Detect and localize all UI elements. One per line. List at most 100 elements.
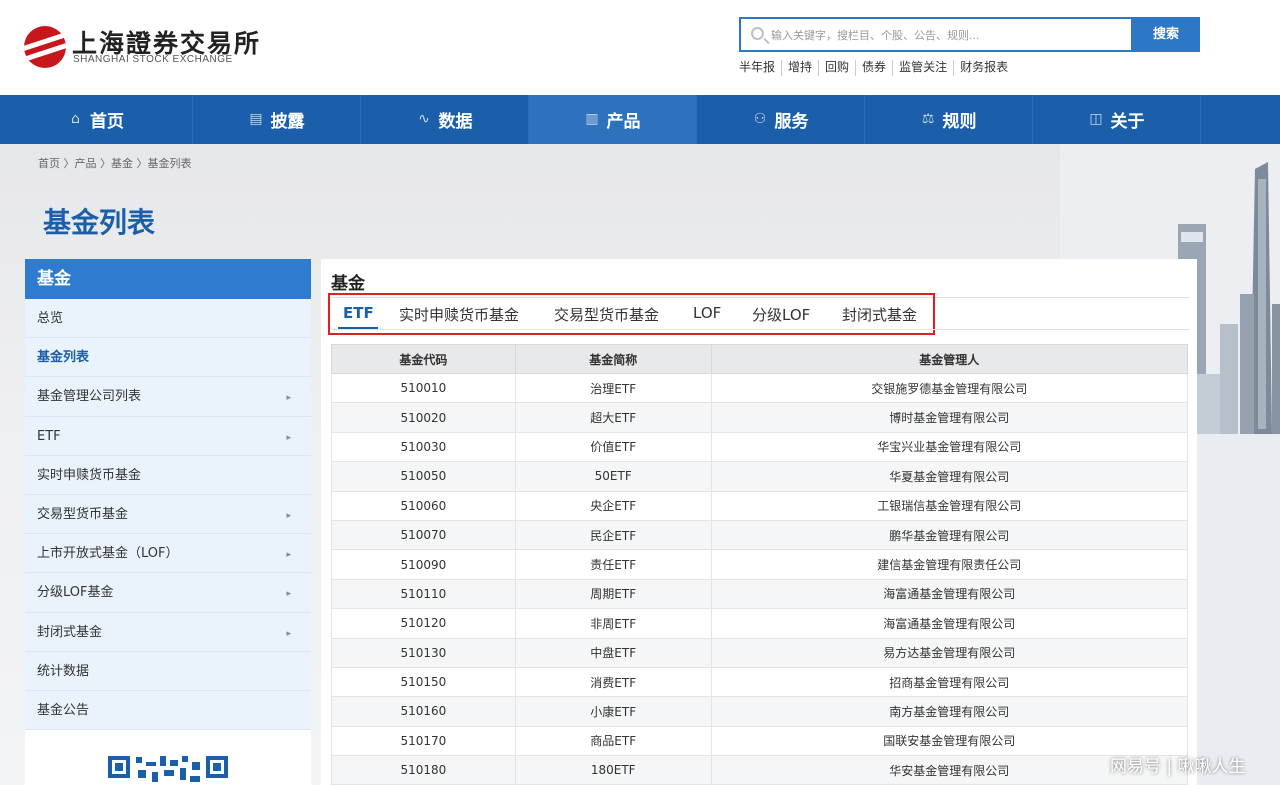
hot-link[interactable]: 回购	[818, 60, 855, 76]
sidebar-item-label: ETF	[37, 428, 61, 444]
fund-code-link[interactable]: 510170	[331, 725, 516, 757]
fund-short-name: 中盘ETF	[514, 637, 712, 668]
fund-manager-link[interactable]: 博时基金管理有限公司	[710, 402, 1189, 433]
chevron-right-icon: ▸	[286, 628, 291, 639]
sidebar-item-trading-money-fund[interactable]: 交易型货币基金 ▸	[25, 494, 311, 535]
fund-short-name: 责任ETF	[514, 549, 712, 580]
nav-item-label: 产品	[606, 112, 641, 132]
exchange-logo[interactable]: 上海證券交易所 SHANGHAI STOCK EXCHANGE	[24, 24, 259, 70]
people-icon: ⚇	[753, 111, 767, 127]
sidebar-item-fund-list[interactable]: 基金列表	[25, 338, 311, 378]
sidebar-item-fund-companies[interactable]: 基金管理公司列表 ▸	[25, 377, 311, 417]
column-header-fund-code[interactable]: 基金代码	[331, 344, 516, 374]
fund-short-name: 治理ETF	[514, 372, 712, 404]
chevron-right-icon: ▸	[286, 393, 291, 404]
fund-manager-link[interactable]: 南方基金管理有限公司	[710, 696, 1189, 727]
table-row: 510050 50ETF 华夏基金管理有限公司	[331, 461, 1189, 492]
fund-manager-link[interactable]: 招商基金管理有限公司	[710, 666, 1189, 698]
column-header-fund-manager[interactable]: 基金管理人	[710, 344, 1189, 374]
watermark-text: 网易号 | 啾啾人生	[1110, 757, 1246, 777]
fund-short-name: 180ETF	[514, 755, 712, 785]
fund-manager-link[interactable]: 建信基金管理有限责任公司	[710, 549, 1189, 580]
sidebar-item-realtime-money-fund[interactable]: 实时申赎货币基金	[25, 455, 311, 495]
search-button[interactable]: 搜索	[1132, 17, 1200, 52]
fund-manager-link[interactable]: 工银瑞信基金管理有限公司	[710, 490, 1189, 521]
hot-link[interactable]: 半年报	[739, 60, 781, 76]
table-row: 510120 非周ETF 海富通基金管理有限公司	[331, 608, 1189, 639]
hot-link[interactable]: 监管关注	[892, 60, 953, 76]
scale-icon: ⚖	[921, 111, 935, 127]
sidebar-item-graded-lof[interactable]: 分级LOF基金 ▸	[25, 573, 311, 613]
fund-code-link[interactable]: 510070	[331, 519, 516, 551]
chevron-right-icon: ▸	[286, 510, 291, 521]
nav-item-label: 服务	[774, 112, 809, 132]
sidebar-item-overview[interactable]: 总览	[25, 299, 311, 339]
table-row: 510160 小康ETF 南方基金管理有限公司	[331, 696, 1189, 727]
logo-english-name: SHANGHAI STOCK EXCHANGE	[73, 54, 233, 65]
fund-manager-link[interactable]: 华宝兴业基金管理有限公司	[710, 431, 1189, 463]
hot-link[interactable]: 债券	[855, 60, 892, 76]
nav-item-services[interactable]: ⚇ 服务	[697, 95, 865, 144]
fund-code-link[interactable]: 510150	[331, 666, 516, 698]
fund-manager-link[interactable]: 交银施罗德基金管理有限公司	[710, 372, 1189, 404]
fund-panel: 基金 ETF 实时申赎货币基金 交易型货币基金 LOF 分级LOF 封闭式基金 …	[321, 259, 1197, 785]
fund-short-name: 小康ETF	[514, 696, 712, 727]
chart-line-icon: ∿	[418, 111, 430, 127]
sidebar-title: 基金	[25, 259, 311, 299]
fund-manager-link[interactable]: 华夏基金管理有限公司	[710, 461, 1189, 492]
table-row: 510030 价值ETF 华宝兴业基金管理有限公司	[331, 431, 1189, 463]
search-input[interactable]	[771, 24, 1126, 46]
chevron-right-icon: ▸	[286, 589, 291, 600]
sidebar-item-label: 分级LOF基金	[37, 585, 114, 601]
column-header-fund-name[interactable]: 基金简称	[514, 344, 712, 374]
sidebar-item-label: 基金管理公司列表	[37, 389, 142, 405]
sidebar-item-label: 总览	[37, 311, 64, 326]
sidebar-item-label: 基金列表	[37, 350, 90, 366]
fund-code-link[interactable]: 510020	[331, 402, 516, 433]
tab-lof[interactable]: LOF	[693, 304, 721, 322]
sidebar-item-statistics[interactable]: 统计数据	[25, 651, 311, 691]
tab-graded-lof[interactable]: 分级LOF	[752, 304, 810, 325]
sidebar-item-label: 封闭式基金	[37, 624, 103, 640]
fund-short-name: 民企ETF	[514, 519, 712, 551]
fund-manager-link[interactable]: 易方达基金管理有限公司	[710, 637, 1189, 668]
hot-link[interactable]: 财务报表	[953, 60, 1014, 76]
fund-code-link[interactable]: 510050	[331, 461, 516, 492]
sidebar-item-fund-announcements[interactable]: 基金公告	[25, 690, 311, 731]
fund-short-name: 价值ETF	[514, 431, 712, 463]
hot-link[interactable]: 增持	[781, 60, 818, 76]
fund-manager-link[interactable]: 海富通基金管理有限公司	[710, 608, 1189, 639]
sidebar-item-closed-fund[interactable]: 封闭式基金 ▸	[25, 612, 311, 652]
tab-closed-fund[interactable]: 封闭式基金	[842, 304, 917, 325]
home-icon: ⌂	[71, 111, 80, 127]
fund-code-link[interactable]: 510160	[331, 696, 516, 727]
tab-trading-money-fund[interactable]: 交易型货币基金	[554, 304, 659, 325]
fund-code-link[interactable]: 510060	[331, 490, 516, 521]
nav-item-about[interactable]: ◫ 关于	[1033, 95, 1201, 144]
fund-code-link[interactable]: 510090	[331, 549, 516, 580]
nav-item-rules[interactable]: ⚖ 规则	[865, 95, 1033, 144]
tab-realtime-money-fund[interactable]: 实时申赎货币基金	[399, 304, 519, 325]
nav-item-home[interactable]: ⌂ 首页	[0, 95, 193, 144]
sidebar-item-etf[interactable]: ETF ▸	[25, 416, 311, 456]
fund-code-link[interactable]: 510120	[331, 608, 516, 639]
nav-item-products[interactable]: ▥ 产品	[529, 95, 697, 144]
fund-code-link[interactable]: 510110	[331, 578, 516, 610]
fund-code-link[interactable]: 510030	[331, 431, 516, 463]
fund-short-name: 非周ETF	[514, 608, 712, 639]
nav-item-data[interactable]: ∿ 数据	[361, 95, 529, 144]
fund-table-body: 510010 治理ETF 交银施罗德基金管理有限公司 510020 超大ETF 博时基金管…	[331, 372, 1189, 785]
sidebar-item-label: 实时申赎货币基金	[37, 467, 142, 483]
fund-manager-link[interactable]: 鹏华基金管理有限公司	[710, 519, 1189, 551]
panel-title: 基金	[331, 274, 365, 294]
fund-code-link[interactable]: 510130	[331, 637, 516, 668]
table-row: 510110 周期ETF 海富通基金管理有限公司	[331, 578, 1189, 610]
tab-etf[interactable]: ETF	[343, 304, 374, 322]
nav-item-disclosure[interactable]: ▤ 披露	[193, 95, 361, 144]
hot-search-links: 半年报 增持 回购 债券 监管关注 财务报表	[739, 60, 1014, 76]
nav-item-label: 规则	[942, 112, 977, 132]
sidebar-item-lof[interactable]: 上市开放式基金（LOF） ▸	[25, 534, 311, 574]
fund-code-link[interactable]: 510010	[331, 372, 516, 404]
fund-manager-link[interactable]: 海富通基金管理有限公司	[710, 578, 1189, 610]
fund-code-link[interactable]: 510180	[331, 755, 516, 785]
